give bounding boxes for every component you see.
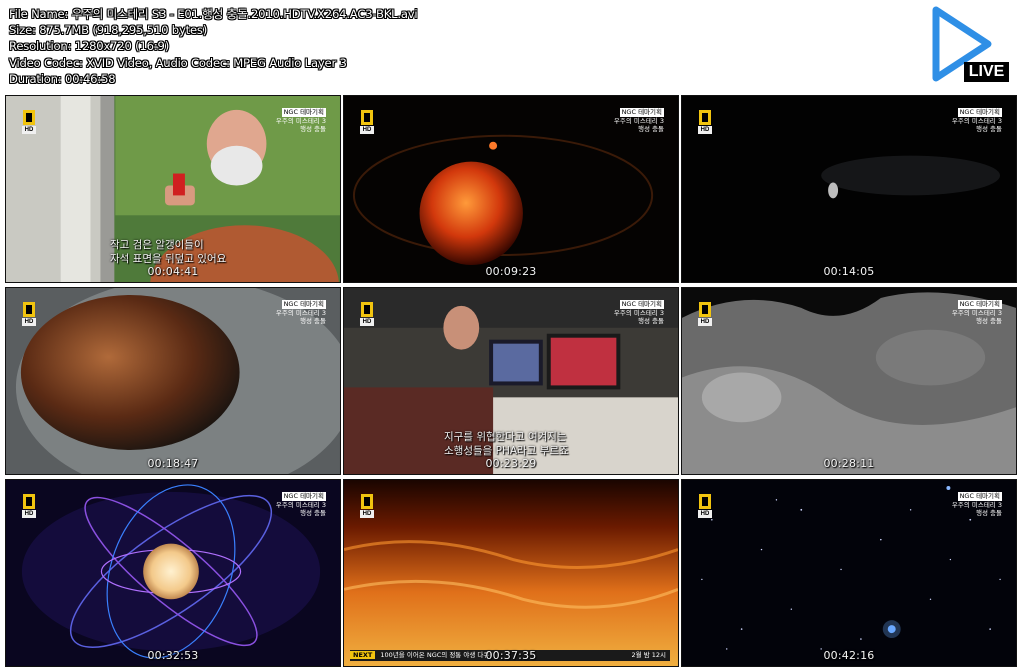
file-size-line: Size: 875.7MB (918,295,510 bytes) bbox=[9, 23, 208, 38]
timestamp: 00:32:53 bbox=[147, 649, 199, 662]
file-info: File Name: 우주의 미스테리 S3 - E01.행성 충돌.2010.… bbox=[9, 6, 418, 87]
natgeo-hd-logo: HD bbox=[698, 494, 712, 518]
thumbnail-7[interactable]: HD NGC 테마기획 우주의 미스테리 3 행성 충돌 00:32:53 bbox=[5, 479, 341, 667]
natgeo-hd-logo: HD bbox=[22, 110, 36, 134]
timestamp: 00:42:16 bbox=[823, 649, 875, 662]
natgeo-hd-logo: HD bbox=[698, 110, 712, 134]
thumbnail-5[interactable]: HD NGC 테마기획 우주의 미스테리 3 행성 충돌 지구를 위협한다고 여겨지… bbox=[343, 287, 679, 475]
thumbnail-3[interactable]: HD NGC 테마기획 우주의 미스테리 3 행성 충돌 00:14:05 bbox=[681, 95, 1017, 283]
file-name-line: File Name: 우주의 미스테리 S3 - E01.행성 충돌.2010.… bbox=[9, 7, 418, 21]
natgeo-hd-logo: HD bbox=[360, 302, 374, 326]
thumbnail-2[interactable]: HD NGC 테마기획 우주의 미스테리 3 행성 충돌 00:09:23 bbox=[343, 95, 679, 283]
channel-tag: NGC 테마기획 우주의 미스테리 3 행성 충돌 bbox=[613, 108, 664, 133]
channel-tag: NGC 테마기획 우주의 미스테리 3 행성 충돌 bbox=[275, 492, 326, 517]
channel-tag: NGC 테마기획 우주의 미스테리 3 행성 충돌 bbox=[951, 492, 1002, 517]
timestamp: 00:14:05 bbox=[823, 265, 875, 278]
thumbnail-6[interactable]: HD NGC 테마기획 우주의 미스테리 3 행성 충돌 00:28:11 bbox=[681, 287, 1017, 475]
natgeo-hd-logo: HD bbox=[698, 302, 712, 326]
natgeo-hd-logo: HD bbox=[22, 302, 36, 326]
live-badge: LIVE bbox=[964, 62, 1009, 82]
resolution-line: Resolution: 1280x720 (16:9) bbox=[9, 39, 170, 54]
natgeo-hd-logo: HD bbox=[360, 494, 374, 518]
timestamp: 00:37:35 bbox=[485, 649, 537, 662]
channel-tag: NGC 테마기획 우주의 미스테리 3 행성 충돌 bbox=[951, 300, 1002, 325]
thumbnail-1[interactable]: HD NGC 테마기획 우주의 미스테리 3 행성 충돌 작고 검은 알갱이들이 자석… bbox=[5, 95, 341, 283]
natgeo-hd-logo: HD bbox=[22, 494, 36, 518]
subtitle: 작고 검은 알갱이들이 자석 표면을 뒤덮고 있어요 bbox=[110, 239, 227, 265]
channel-tag: NGC 테마기획 우주의 미스테리 3 행성 충돌 bbox=[275, 108, 326, 133]
subtitle: 지구를 위협한다고 여겨지는 소행성들을 PHA라고 부르죠 bbox=[444, 431, 569, 457]
scene-molten-surface bbox=[344, 480, 678, 666]
natgeo-hd-logo: HD bbox=[360, 110, 374, 134]
channel-tag: NGC 테마기획 우주의 미스테리 3 행성 충돌 bbox=[613, 300, 664, 325]
channel-tag: NGC 테마기획 우주의 미스테리 3 행성 충돌 bbox=[275, 300, 326, 325]
timestamp: 00:18:47 bbox=[147, 457, 199, 470]
duration-line: Duration: 00:46:58 bbox=[9, 71, 116, 86]
timestamp: 00:28:11 bbox=[823, 457, 875, 470]
thumbnail-grid: HD NGC 테마기획 우주의 미스테리 3 행성 충돌 작고 검은 알갱이들이 자석… bbox=[5, 95, 1017, 667]
thumbnail-4[interactable]: HD NGC 테마기획 우주의 미스테리 3 행성 충돌 00:18:47 bbox=[5, 287, 341, 475]
thumbnail-9[interactable]: HD NGC 테마기획 우주의 미스테리 3 행성 충돌 00:42:16 bbox=[681, 479, 1017, 667]
thumbnail-8[interactable]: HD NEXT 100년을 이어온 NGC의 정통 야생 다큐! 2월 밤 12… bbox=[343, 479, 679, 667]
codec-line: Video Codec: XVID Video, Audio Codec: MP… bbox=[9, 55, 347, 70]
timestamp: 00:23:29 bbox=[485, 457, 537, 470]
timestamp: 00:09:23 bbox=[485, 265, 537, 278]
timestamp: 00:04:41 bbox=[147, 265, 199, 278]
channel-tag: NGC 테마기획 우주의 미스테리 3 행성 충돌 bbox=[951, 108, 1002, 133]
